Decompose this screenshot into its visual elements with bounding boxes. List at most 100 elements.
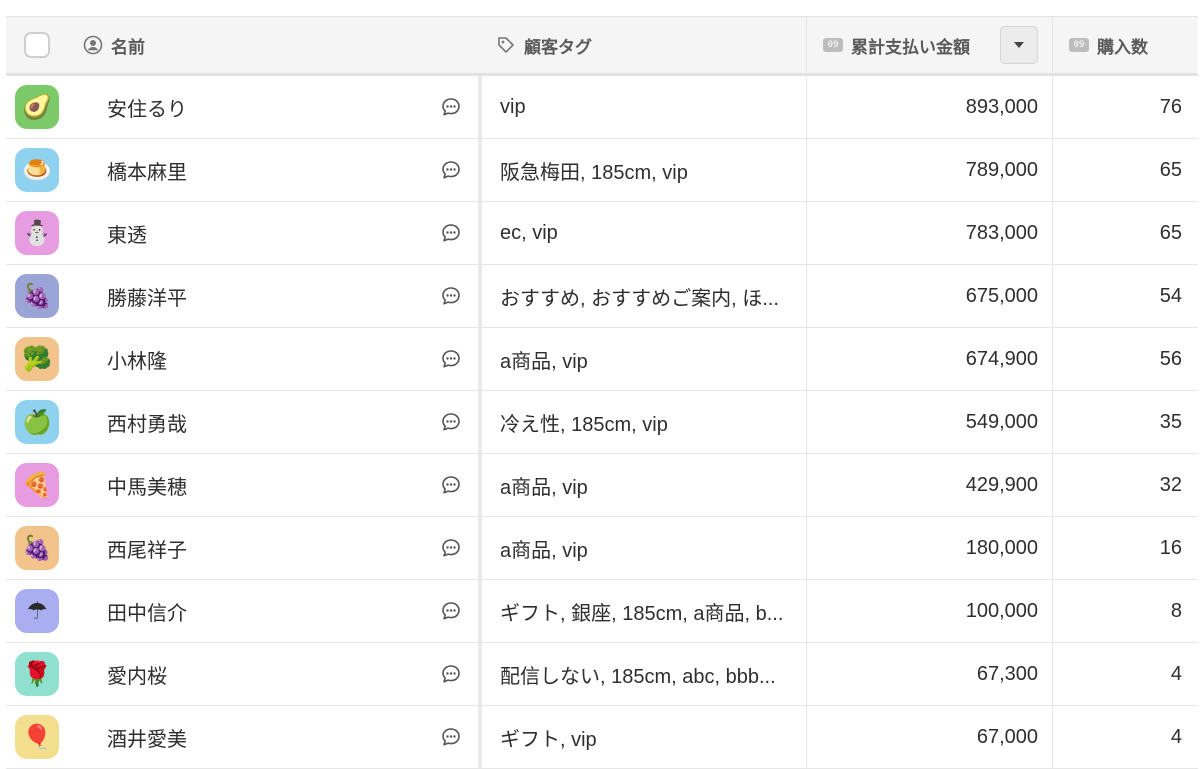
purchase-count: 56: [1159, 347, 1182, 370]
name-cell[interactable]: 酒井愛美: [68, 706, 478, 768]
customer-name: 愛内桜: [107, 665, 167, 688]
avatar-cell: 🍮: [6, 139, 68, 201]
column-header-count[interactable]: 09 購入数: [1052, 17, 1198, 73]
name-cell[interactable]: 橋本麻里: [68, 139, 478, 201]
count-cell[interactable]: 65: [1052, 139, 1198, 201]
tags-cell[interactable]: 冷え性, 185cm, vip: [478, 391, 806, 453]
avatar-cell: ☂: [6, 580, 68, 642]
total-amount: 893,000: [965, 95, 1038, 118]
customer-name: 西村勇哉: [107, 413, 187, 436]
table-row[interactable]: ⛄ 東透 ec, vip 783,000 65: [6, 202, 1198, 265]
total-amount: 180,000: [965, 536, 1038, 559]
count-cell[interactable]: 4: [1052, 706, 1198, 768]
amount-cell[interactable]: 675,000: [806, 265, 1052, 327]
amount-cell[interactable]: 180,000: [806, 517, 1052, 579]
total-amount: 429,900: [965, 473, 1038, 496]
tags-cell[interactable]: ギフト, 銀座, 185cm, a商品, b...: [478, 580, 806, 642]
column-label-name: 名前: [111, 37, 145, 57]
comment-bubble-icon[interactable]: [440, 537, 462, 559]
count-cell[interactable]: 76: [1052, 76, 1198, 138]
tags-cell[interactable]: a商品, vip: [478, 517, 806, 579]
name-cell[interactable]: 中馬美穂: [68, 454, 478, 516]
total-amount: 67,300: [976, 662, 1038, 685]
tags-cell[interactable]: a商品, vip: [478, 454, 806, 516]
comment-bubble-icon[interactable]: [440, 159, 462, 181]
count-cell[interactable]: 56: [1052, 328, 1198, 390]
amount-cell[interactable]: 549,000: [806, 391, 1052, 453]
comment-bubble-icon[interactable]: [440, 474, 462, 496]
amount-cell[interactable]: 67,300: [806, 643, 1052, 705]
tags-cell[interactable]: 配信しない, 185cm, abc, bbb...: [478, 643, 806, 705]
avatar-cell: 🍇: [6, 517, 68, 579]
select-all-checkbox[interactable]: [24, 32, 50, 58]
customer-tags: 冷え性, 185cm, vip: [500, 413, 668, 436]
amount-cell[interactable]: 783,000: [806, 202, 1052, 264]
customer-name: 西尾祥子: [107, 539, 187, 562]
name-cell[interactable]: 勝藤洋平: [68, 265, 478, 327]
table-row[interactable]: 🥦 小林隆 a商品, vip 674,900 56: [6, 328, 1198, 391]
table-row[interactable]: 🍕 中馬美穂 a商品, vip 429,900 32: [6, 454, 1198, 517]
comment-bubble-icon[interactable]: [440, 222, 462, 244]
column-header-name[interactable]: 名前: [68, 17, 478, 73]
table-row[interactable]: 🍏 西村勇哉 冷え性, 185cm, vip 549,000 35: [6, 391, 1198, 454]
comment-bubble-icon[interactable]: [440, 348, 462, 370]
purchase-count: 8: [1170, 599, 1182, 622]
tags-cell[interactable]: a商品, vip: [478, 328, 806, 390]
amount-cell[interactable]: 674,900: [806, 328, 1052, 390]
comment-bubble-icon[interactable]: [440, 600, 462, 622]
table-row[interactable]: 🍇 勝藤洋平 おすすめ, おすすめご案内, ほ... 675,000 54: [6, 265, 1198, 328]
name-cell[interactable]: 小林隆: [68, 328, 478, 390]
name-cell[interactable]: 西尾祥子: [68, 517, 478, 579]
customer-name: 勝藤洋平: [107, 287, 187, 310]
column-header-tags[interactable]: 顧客タグ: [478, 17, 806, 73]
table-row[interactable]: 🍇 西尾祥子 a商品, vip 180,000 16: [6, 517, 1198, 580]
tags-cell[interactable]: 阪急梅田, 185cm, vip: [478, 139, 806, 201]
count-cell[interactable]: 54: [1052, 265, 1198, 327]
avatar: 🍇: [15, 274, 59, 318]
purchase-count: 65: [1159, 221, 1182, 244]
total-amount: 549,000: [965, 410, 1038, 433]
purchase-count: 32: [1159, 473, 1182, 496]
comment-bubble-icon[interactable]: [440, 96, 462, 118]
count-cell[interactable]: 16: [1052, 517, 1198, 579]
column-header-amount[interactable]: 09 累計支払い金額: [806, 17, 1052, 73]
count-cell[interactable]: 65: [1052, 202, 1198, 264]
table-row[interactable]: 🥑 安住るり vip 893,000 76: [6, 76, 1198, 139]
comment-bubble-icon[interactable]: [440, 285, 462, 307]
tags-cell[interactable]: ec, vip: [478, 202, 806, 264]
amount-cell[interactable]: 893,000: [806, 76, 1052, 138]
table-row[interactable]: ☂ 田中信介 ギフト, 銀座, 185cm, a商品, b... 100,000…: [6, 580, 1198, 643]
amount-cell[interactable]: 789,000: [806, 139, 1052, 201]
count-cell[interactable]: 4: [1052, 643, 1198, 705]
name-cell[interactable]: 安住るり: [68, 76, 478, 138]
avatar-cell: 🌹: [6, 643, 68, 705]
purchase-count: 76: [1159, 95, 1182, 118]
name-cell[interactable]: 愛内桜: [68, 643, 478, 705]
table-row[interactable]: 🌹 愛内桜 配信しない, 185cm, abc, bbb... 67,300 4: [6, 643, 1198, 706]
name-cell[interactable]: 西村勇哉: [68, 391, 478, 453]
total-amount: 674,900: [965, 347, 1038, 370]
comment-bubble-icon[interactable]: [440, 663, 462, 685]
customer-table: 名前 顧客タグ 09 累計支払い金額 09 購入数 🥑 安住るり vip 893…: [6, 16, 1198, 769]
amount-cell[interactable]: 67,000: [806, 706, 1052, 768]
count-cell[interactable]: 8: [1052, 580, 1198, 642]
amount-cell[interactable]: 429,900: [806, 454, 1052, 516]
tags-cell[interactable]: vip: [478, 76, 806, 138]
comment-bubble-icon[interactable]: [440, 411, 462, 433]
sort-dropdown-button[interactable]: [1000, 26, 1038, 64]
table-row[interactable]: 🍮 橋本麻里 阪急梅田, 185cm, vip 789,000 65: [6, 139, 1198, 202]
tags-cell[interactable]: おすすめ, おすすめご案内, ほ...: [478, 265, 806, 327]
comment-bubble-icon[interactable]: [440, 726, 462, 748]
customer-name: 田中信介: [107, 602, 187, 625]
count-cell[interactable]: 32: [1052, 454, 1198, 516]
avatar: 🍇: [15, 526, 59, 570]
table-row[interactable]: 🎈 酒井愛美 ギフト, vip 67,000 4: [6, 706, 1198, 769]
customer-name: 小林隆: [107, 350, 167, 373]
customer-tags: a商品, vip: [500, 476, 588, 499]
name-cell[interactable]: 田中信介: [68, 580, 478, 642]
chevron-down-icon: [1013, 41, 1025, 49]
name-cell[interactable]: 東透: [68, 202, 478, 264]
count-cell[interactable]: 35: [1052, 391, 1198, 453]
tags-cell[interactable]: ギフト, vip: [478, 706, 806, 768]
amount-cell[interactable]: 100,000: [806, 580, 1052, 642]
